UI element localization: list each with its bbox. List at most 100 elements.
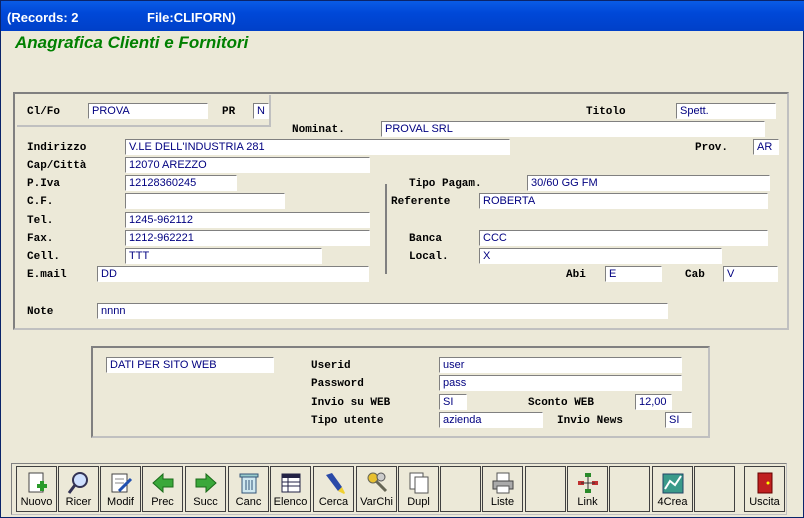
arrow-left-icon (152, 472, 174, 494)
cap-label: Cap/Città (27, 160, 87, 172)
cell-field[interactable]: TTT (125, 248, 322, 264)
edit-document-icon (111, 473, 133, 493)
varchi-button[interactable]: VarChi (356, 466, 397, 512)
duplicate-icon (409, 472, 429, 494)
main-window: (Records: 2 File:CLIFORN) Anagrafica Cli… (0, 0, 804, 518)
uscita-label: Uscita (749, 496, 780, 508)
liste-button[interactable]: Liste (482, 466, 523, 512)
web-title-field[interactable]: DATI PER SITO WEB (106, 357, 274, 373)
elenco-button[interactable]: Elenco (270, 466, 311, 512)
invio-news-field[interactable]: SI (665, 412, 692, 428)
password-label: Password (311, 378, 364, 390)
flashlight-icon (326, 473, 345, 494)
title-bar: (Records: 2 File:CLIFORN) (1, 1, 804, 31)
note-field[interactable]: nnnn (97, 303, 668, 319)
email-field[interactable]: DD (97, 266, 369, 282)
cap-field[interactable]: 12070 AREZZO (125, 157, 370, 173)
fax-field[interactable]: 1212-962221 (125, 230, 370, 246)
exit-door-icon (757, 472, 773, 494)
cab-field[interactable]: V (723, 266, 778, 282)
canc-label: Canc (235, 496, 262, 508)
tipo-utente-field[interactable]: azienda (439, 412, 543, 428)
piva-label: P.Iva (27, 178, 61, 190)
titolo-label: Titolo (586, 106, 626, 118)
tel-field[interactable]: 1245-962112 (125, 212, 370, 228)
titolo-field[interactable]: Spett. (676, 103, 776, 119)
arrow-right-icon (195, 472, 217, 494)
link-label: Link (577, 496, 598, 508)
local-field[interactable]: X (479, 248, 722, 264)
link-button[interactable]: Link (567, 466, 608, 512)
pr-field[interactable]: N (253, 103, 269, 119)
note-label: Note (27, 306, 54, 318)
email-label: E.mail (27, 269, 67, 281)
password-field[interactable]: pass (439, 375, 682, 391)
chart-create-icon (662, 473, 684, 494)
local-label: Local. (409, 251, 449, 263)
prec-label: Prec (151, 496, 174, 508)
cf-label: C.F. (27, 196, 54, 208)
crea-button[interactable]: 4Crea (652, 466, 693, 512)
uscita-button[interactable]: Uscita (744, 466, 785, 512)
empty-button-2[interactable] (525, 466, 566, 512)
file-name: File:CLIFORN) (147, 10, 236, 25)
empty-button-3[interactable] (609, 466, 650, 512)
page-title: Anagrafica Clienti e Fornitori (15, 33, 249, 52)
empty-button-4[interactable] (694, 466, 735, 512)
tipo-pagam-field[interactable]: 30/60 GG FM (527, 175, 770, 191)
nominat-field[interactable]: PROVAL SRL (381, 121, 765, 137)
new-document-icon (28, 472, 47, 493)
banca-label: Banca (409, 233, 443, 245)
referente-label: Referente (391, 196, 451, 208)
succ-label: Succ (193, 496, 218, 508)
piva-field[interactable]: 12128360245 (125, 175, 237, 191)
pr-label: PR (222, 106, 236, 118)
ricer-label: Ricer (65, 496, 92, 508)
prov-label: Prov. (695, 142, 729, 154)
clfo-field[interactable]: PROVA (88, 103, 208, 119)
fax-label: Fax. (27, 233, 54, 245)
ricer-button[interactable]: Ricer (58, 466, 99, 512)
succ-button[interactable]: Succ (185, 466, 226, 512)
referente-field[interactable]: ROBERTA (479, 193, 768, 209)
list-table-icon (281, 473, 301, 493)
column-divider (385, 184, 387, 274)
abi-field[interactable]: E (605, 266, 662, 282)
crea-label: 4Crea (657, 496, 688, 508)
sconto-web-label: Sconto WEB (528, 397, 595, 409)
indirizzo-label: Indirizzo (27, 142, 87, 154)
magnifier-icon (67, 472, 88, 494)
modif-label: Modif (107, 496, 134, 508)
clfo-label: Cl/Fo (27, 106, 61, 118)
empty-button-1[interactable] (440, 466, 481, 512)
dupl-button[interactable]: Dupl (398, 466, 439, 512)
prec-button[interactable]: Prec (142, 466, 183, 512)
keys-icon (367, 472, 388, 493)
dupl-label: Dupl (407, 496, 430, 508)
nuovo-button[interactable]: Nuovo (16, 466, 57, 512)
canc-button[interactable]: Canc (228, 466, 269, 512)
nuovo-label: Nuovo (20, 496, 53, 508)
banca-field[interactable]: CCC (479, 230, 768, 246)
cf-field[interactable] (125, 193, 285, 209)
cerca-label: Cerca (318, 496, 349, 508)
nominat-label: Nominat. (292, 124, 345, 136)
invio-news-label: Invio News (557, 415, 624, 427)
userid-field[interactable]: user (439, 357, 682, 373)
invio-web-label: Invio su WEB (311, 397, 391, 409)
sconto-web-field[interactable]: 12,00 (635, 394, 672, 410)
tipo-pagam-label: Tipo Pagam. (409, 178, 482, 190)
records-count: (Records: 2 (7, 10, 79, 25)
indirizzo-field[interactable]: V.LE DELL'INDUSTRIA 281 (125, 139, 510, 155)
cab-label: Cab (685, 269, 705, 281)
invio-web-field[interactable]: SI (439, 394, 467, 410)
link-tree-icon (578, 473, 598, 493)
liste-label: Liste (490, 496, 515, 508)
cerca-button[interactable]: Cerca (313, 466, 354, 512)
trash-icon (239, 473, 259, 494)
elenco-label: Elenco (273, 496, 308, 508)
varchi-label: VarChi (360, 496, 393, 508)
prov-field[interactable]: AR (753, 139, 779, 155)
tipo-utente-label: Tipo utente (311, 415, 384, 427)
modif-button[interactable]: Modif (100, 466, 141, 512)
